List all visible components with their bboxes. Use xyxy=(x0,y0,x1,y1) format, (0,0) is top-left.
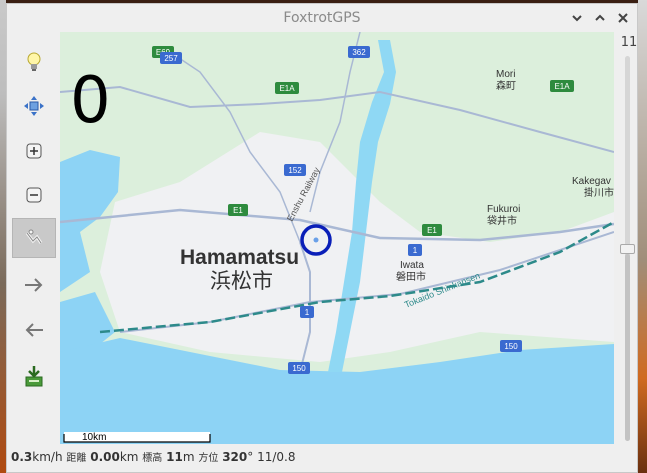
route-shield: 150 xyxy=(500,340,522,352)
zoom-in-button[interactable] xyxy=(12,131,56,171)
speed-value: 0.3 xyxy=(11,450,33,464)
route-shield: E1A xyxy=(550,80,574,92)
desktop-background-right xyxy=(638,0,647,473)
route-shield: 362 xyxy=(348,46,370,58)
fullscreen-icon xyxy=(25,229,43,244)
fullscreen-button[interactable] xyxy=(12,218,56,258)
map-view[interactable]: E69 257 362 E1A E1A 152 E1 E1 1 1 150 15… xyxy=(60,32,614,444)
heading-value: 320 xyxy=(222,450,248,464)
route-shield: 257 xyxy=(160,52,182,64)
label-kakegawa-jp: 掛川市 xyxy=(584,186,614,199)
shield-150a: 150 xyxy=(292,364,306,373)
window-title: FoxtrotGPS xyxy=(283,10,361,26)
shield-1b: 1 xyxy=(305,308,310,317)
route-shield: E1 xyxy=(228,204,248,216)
forward-button[interactable] xyxy=(12,265,56,305)
minimize-icon[interactable] xyxy=(568,9,585,26)
zoom-slider[interactable] xyxy=(620,56,635,441)
zoom-out-button[interactable] xyxy=(12,175,56,215)
zoom-slider-fill xyxy=(625,254,630,441)
close-icon[interactable] xyxy=(614,9,631,26)
shield-e1: E1 xyxy=(233,206,243,215)
autocenter-button[interactable] xyxy=(12,86,56,126)
forward-arrow-icon xyxy=(25,278,43,292)
label-hamamatsu-en: Hamamatsu xyxy=(180,246,299,269)
label-fukuroi-jp: 袋井市 xyxy=(487,214,517,227)
shield-e1a-2: E1A xyxy=(554,82,570,91)
zoom-out-icon xyxy=(26,187,42,203)
shield-150b: 150 xyxy=(504,342,518,351)
shield-257: 257 xyxy=(164,54,178,63)
label-iwata-jp: 磐田市 xyxy=(396,270,426,283)
label-mori-jp: 森町 xyxy=(496,79,516,92)
zoom-level-label: 11 xyxy=(620,35,638,50)
label-iwata-en: Iwata xyxy=(400,260,424,271)
shield-362: 362 xyxy=(352,48,366,57)
route-shield: E1A xyxy=(275,82,299,94)
back-button[interactable] xyxy=(12,310,56,350)
download-icon xyxy=(25,366,43,387)
bulb-icon xyxy=(27,52,41,71)
bulb-button[interactable] xyxy=(12,42,56,82)
route-shield: E1 xyxy=(422,224,442,236)
label-hamamatsu-jp: 浜松市 xyxy=(210,269,273,293)
distance-label: 距離 xyxy=(66,453,87,464)
maximize-icon[interactable] xyxy=(591,9,608,26)
app-window: FoxtrotGPS 257 362 E1A E1A 152 E1 E1 1 1… xyxy=(6,3,638,473)
heading-label: 方位 xyxy=(198,453,219,464)
route-shield: 1 xyxy=(408,244,422,256)
window-controls xyxy=(568,9,631,26)
distance-value: 0.00 xyxy=(90,450,120,464)
label-mori-en: Mori xyxy=(496,69,515,80)
title-bar[interactable]: FoxtrotGPS xyxy=(7,4,637,32)
scale-bar-label: 10km xyxy=(82,432,106,443)
label-kakegawa-en: Kakegav xyxy=(572,176,611,187)
route-shield: 152 xyxy=(284,164,306,176)
back-arrow-icon xyxy=(25,323,43,337)
scale-bar: 10km xyxy=(63,432,211,443)
altitude-unit: m xyxy=(182,450,195,464)
shield-e1a: E1A xyxy=(279,84,295,93)
altitude-value: 11 xyxy=(166,450,183,464)
zoom-slider-thumb[interactable] xyxy=(620,244,635,254)
autocenter-icon xyxy=(24,96,44,116)
zoom-in-icon xyxy=(26,143,42,159)
speed-unit: km/h xyxy=(32,450,63,464)
shield-1a: 1 xyxy=(413,246,418,255)
route-shield: 1 xyxy=(300,306,314,318)
shield-152: 152 xyxy=(288,166,302,175)
status-bar: 0.3km/h 距離 0.00km 標高 11m 方位 320° 11/0.8 xyxy=(11,449,295,469)
satellite-info: 11/0.8 xyxy=(257,450,296,464)
download-button[interactable] xyxy=(12,356,56,396)
distance-unit: km xyxy=(119,450,139,464)
shield-e1-b: E1 xyxy=(427,226,437,235)
heading-unit: ° xyxy=(247,450,254,464)
speed-overlay: 0 xyxy=(70,64,111,138)
route-shield: 150 xyxy=(288,362,310,374)
altitude-label: 標高 xyxy=(142,453,163,464)
label-fukuroi-en: Fukuroi xyxy=(487,204,520,215)
